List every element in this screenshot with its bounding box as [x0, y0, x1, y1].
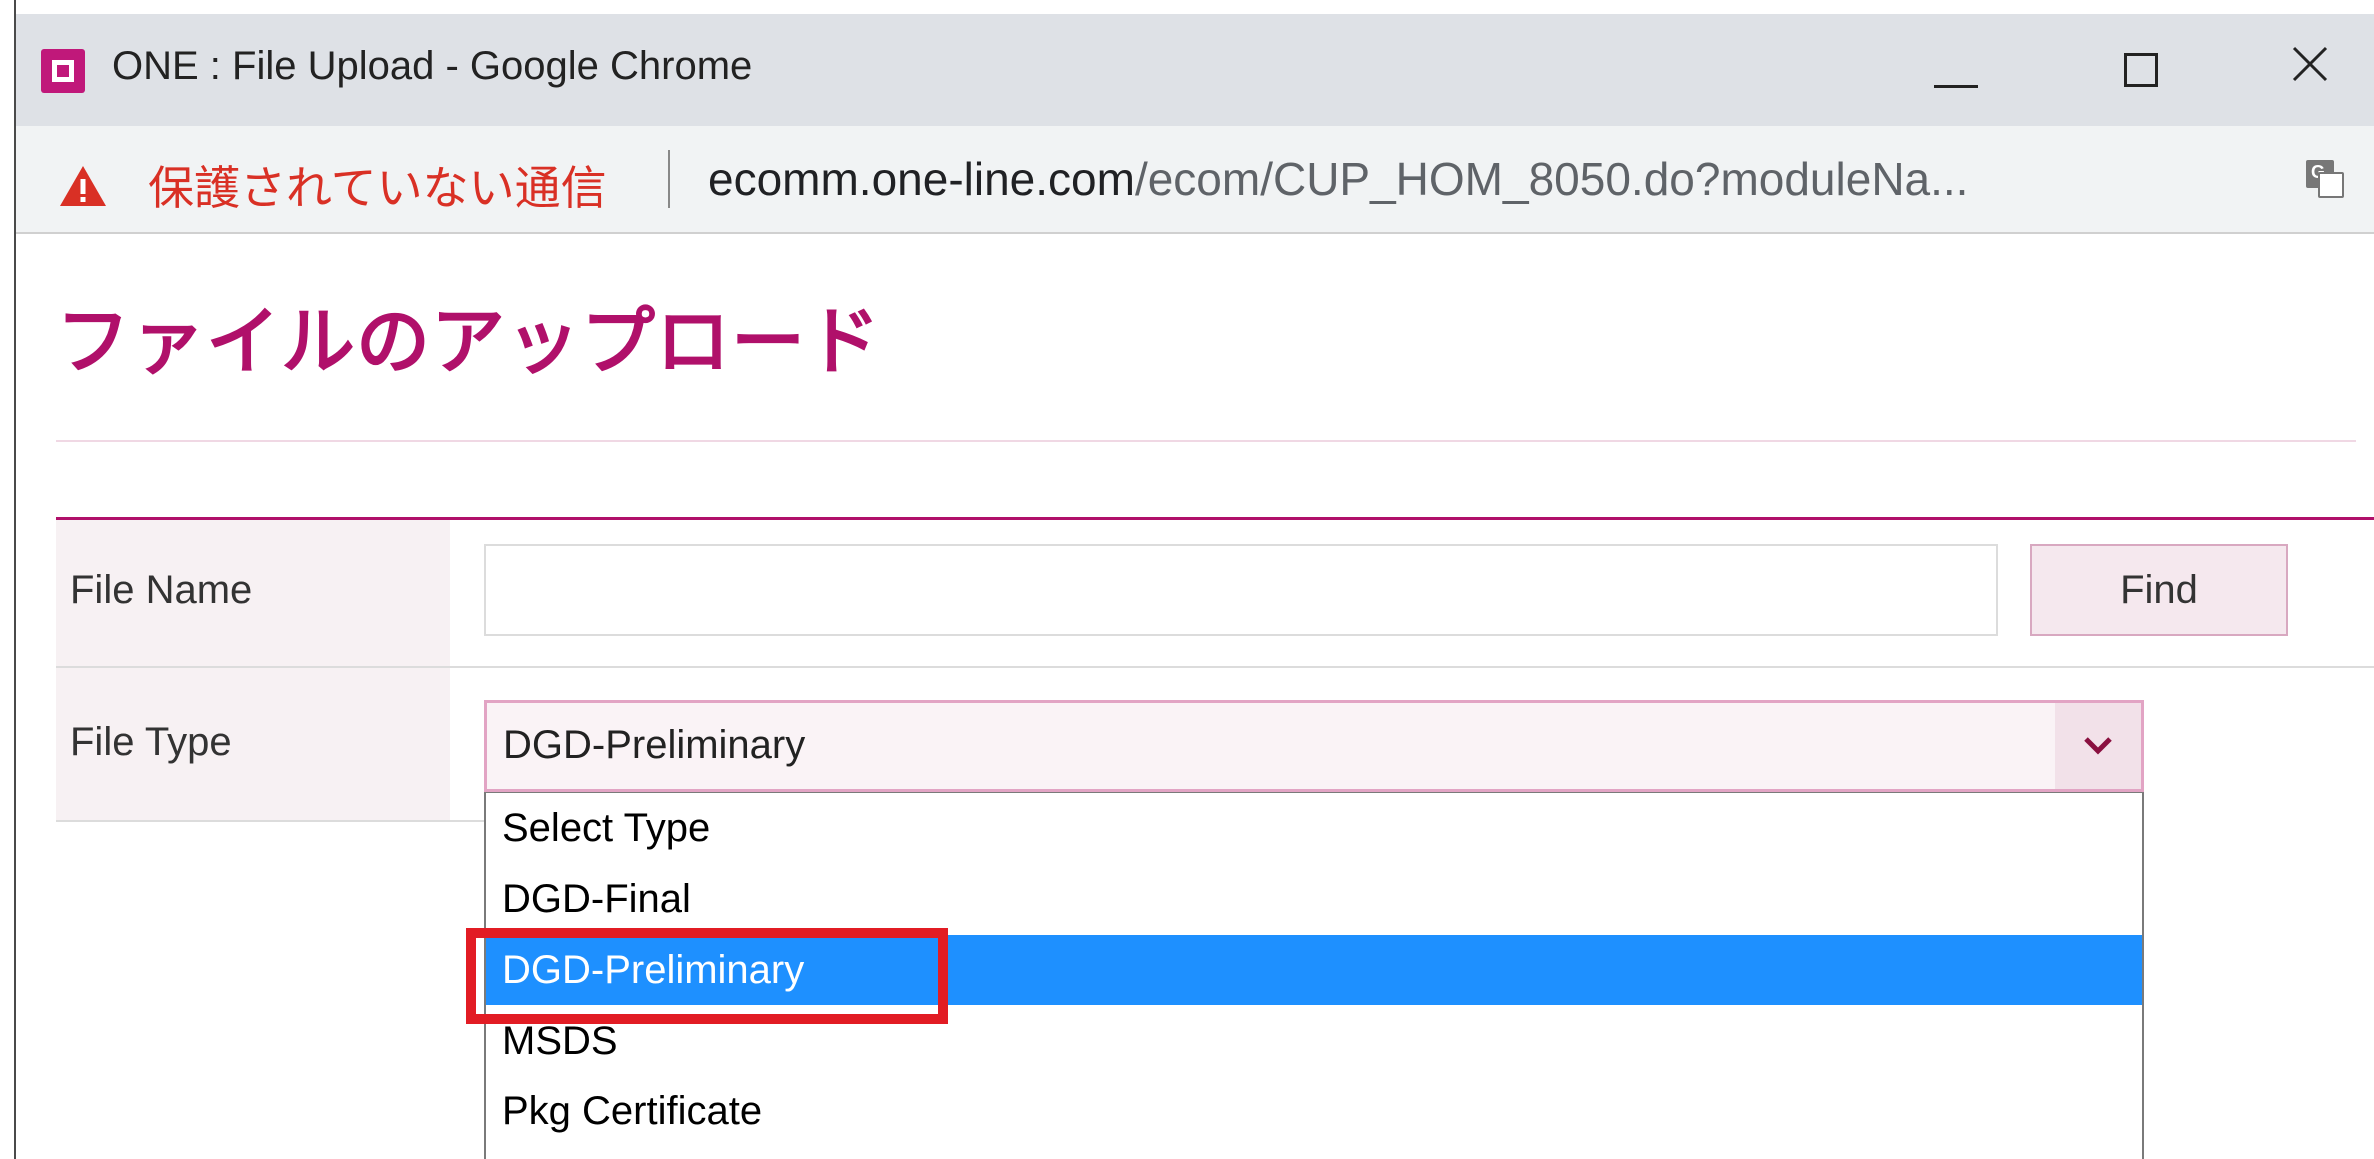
window-title: ONE : File Upload - Google Chrome [112, 44, 753, 88]
heading-divider [56, 440, 2356, 442]
file-type-dropdown-list: Select Type DGD-Final DGD-Preliminary MS… [484, 792, 2144, 1159]
option-select-type[interactable]: Select Type [486, 793, 2142, 863]
window-frame-left [0, 0, 16, 1159]
select-arrow-button[interactable] [2055, 703, 2141, 789]
close-button[interactable] [2266, 28, 2370, 112]
url-host: ecomm.one-line.com [708, 153, 1135, 205]
page-title: ファイルのアップロード [56, 300, 881, 383]
url-path: /ecom/CUP_HOM_8050.do?moduleNa... [1134, 153, 1969, 205]
warning-triangle-icon[interactable] [58, 164, 108, 208]
option-dgd-final[interactable]: DGD-Final [486, 864, 2142, 934]
file-type-selected-value: DGD-Preliminary [503, 723, 806, 767]
chevron-down-icon [2084, 737, 2112, 755]
find-button[interactable]: Find [2030, 544, 2288, 636]
file-type-label: File Type [70, 720, 232, 764]
minimize-button[interactable] [1906, 28, 2010, 112]
address-separator [668, 150, 670, 208]
option-msds[interactable]: MSDS [486, 1006, 2142, 1076]
browser-window: ONE : File Upload - Google Chrome 保護されてい… [0, 0, 2374, 1159]
file-type-select[interactable]: DGD-Preliminary [484, 700, 2144, 792]
maximize-icon [2124, 53, 2158, 87]
file-name-input[interactable] [484, 544, 1998, 636]
one-app-icon [41, 49, 85, 93]
file-name-label: File Name [70, 568, 253, 612]
window-frame-top [0, 0, 2374, 14]
translate-icon[interactable]: G [2306, 160, 2346, 200]
minimize-icon [1934, 85, 1978, 88]
address-bar[interactable]: 保護されていない通信 ecomm.one-line.com/ecom/CUP_H… [16, 126, 2374, 234]
option-dgd-preliminary[interactable]: DGD-Preliminary [486, 935, 2142, 1005]
not-secure-label[interactable]: 保護されていない通信 [148, 152, 607, 218]
row-divider-bottom [56, 820, 486, 822]
url-text[interactable]: ecomm.one-line.com/ecom/CUP_HOM_8050.do?… [708, 152, 1968, 206]
title-bar: ONE : File Upload - Google Chrome [16, 14, 2374, 126]
option-pkg-certificate[interactable]: Pkg Certificate [486, 1076, 2142, 1146]
maximize-button[interactable] [2090, 28, 2194, 112]
close-icon [2292, 46, 2328, 82]
